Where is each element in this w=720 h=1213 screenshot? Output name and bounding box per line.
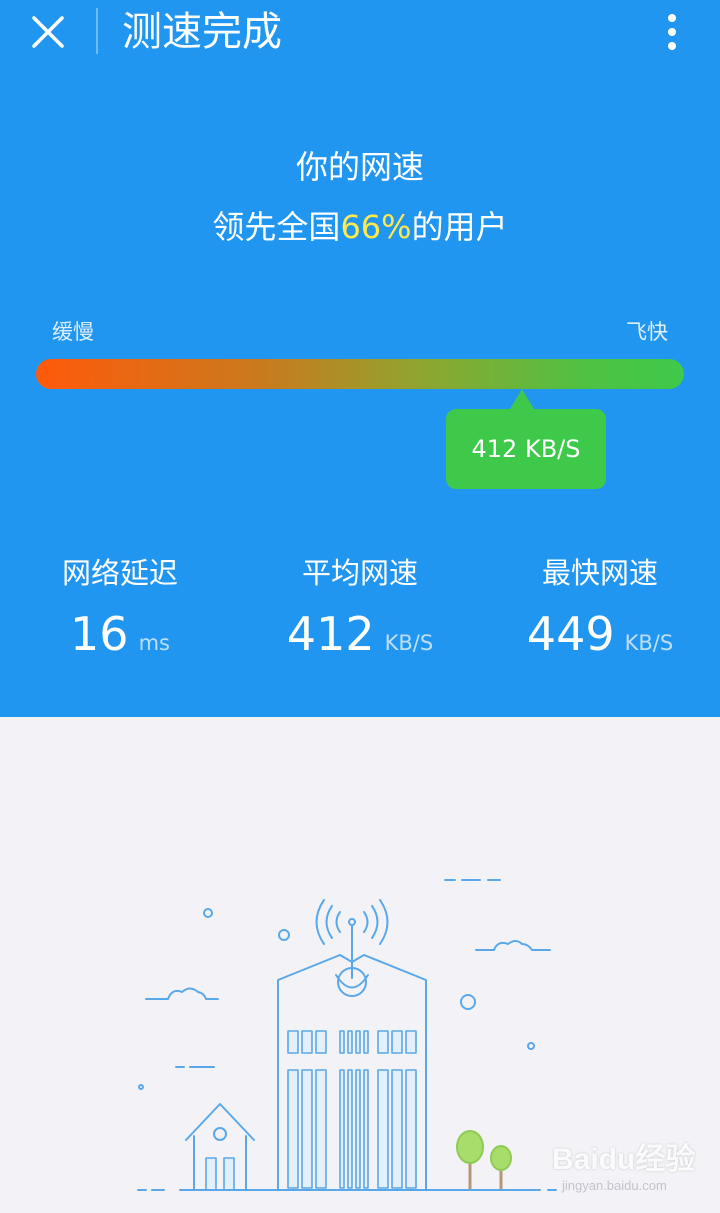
page-title: 测速完成 — [122, 9, 282, 55]
more-button[interactable] — [652, 10, 692, 54]
stat-max-speed: 最快网速 449 KB/S — [480, 553, 720, 670]
tree — [456, 1130, 484, 1189]
ranking-prefix: 领先全国 — [212, 208, 341, 246]
stat-label: 平均网速 — [301, 556, 418, 590]
stat-value: 449 — [526, 607, 615, 661]
result-ranking: 领先全国66%的用户 — [0, 206, 720, 248]
stat-value: 412 — [286, 607, 375, 661]
watermark-logo: Baidu经验 — [552, 1143, 696, 1176]
ranking-percent: 66% — [340, 208, 412, 246]
speed-gradient-bar — [36, 359, 684, 389]
stat-value: 16 — [70, 607, 129, 661]
speed-result-panel: 测速完成 你的网速 领先全国66%的用户 缓慢 飞快 412 KB/S 网络延迟… — [0, 0, 720, 717]
app-header: 测速完成 — [0, 0, 720, 64]
stat-value-row: 412 KB/S — [240, 609, 480, 670]
watermark-url: jingyan.baidu.com — [562, 1178, 667, 1193]
stat-latency: 网络延迟 16 ms — [0, 553, 240, 670]
stat-label: 最快网速 — [541, 556, 658, 590]
scale-slow-label: 缓慢 — [52, 320, 94, 344]
stat-value-row: 16 ms — [0, 609, 240, 670]
speed-bubble: 412 KB/S — [446, 409, 606, 489]
ranking-suffix: 的用户 — [411, 208, 508, 246]
stat-value-row: 449 KB/S — [480, 609, 720, 670]
stat-unit: ms — [138, 631, 170, 655]
more-vertical-icon — [668, 14, 676, 50]
result-headline: 你的网速 — [295, 148, 424, 186]
speed-bubble-pointer — [510, 389, 534, 409]
close-button[interactable] — [26, 10, 70, 54]
tree — [490, 1145, 512, 1189]
scale-fast-label: 飞快 — [626, 320, 668, 344]
header-divider — [96, 8, 98, 54]
stat-unit: KB/S — [624, 631, 674, 655]
stat-unit: KB/S — [384, 631, 434, 655]
stat-average-speed: 平均网速 412 KB/S — [240, 553, 480, 670]
close-icon — [32, 16, 64, 48]
stat-label: 网络延迟 — [61, 556, 178, 590]
